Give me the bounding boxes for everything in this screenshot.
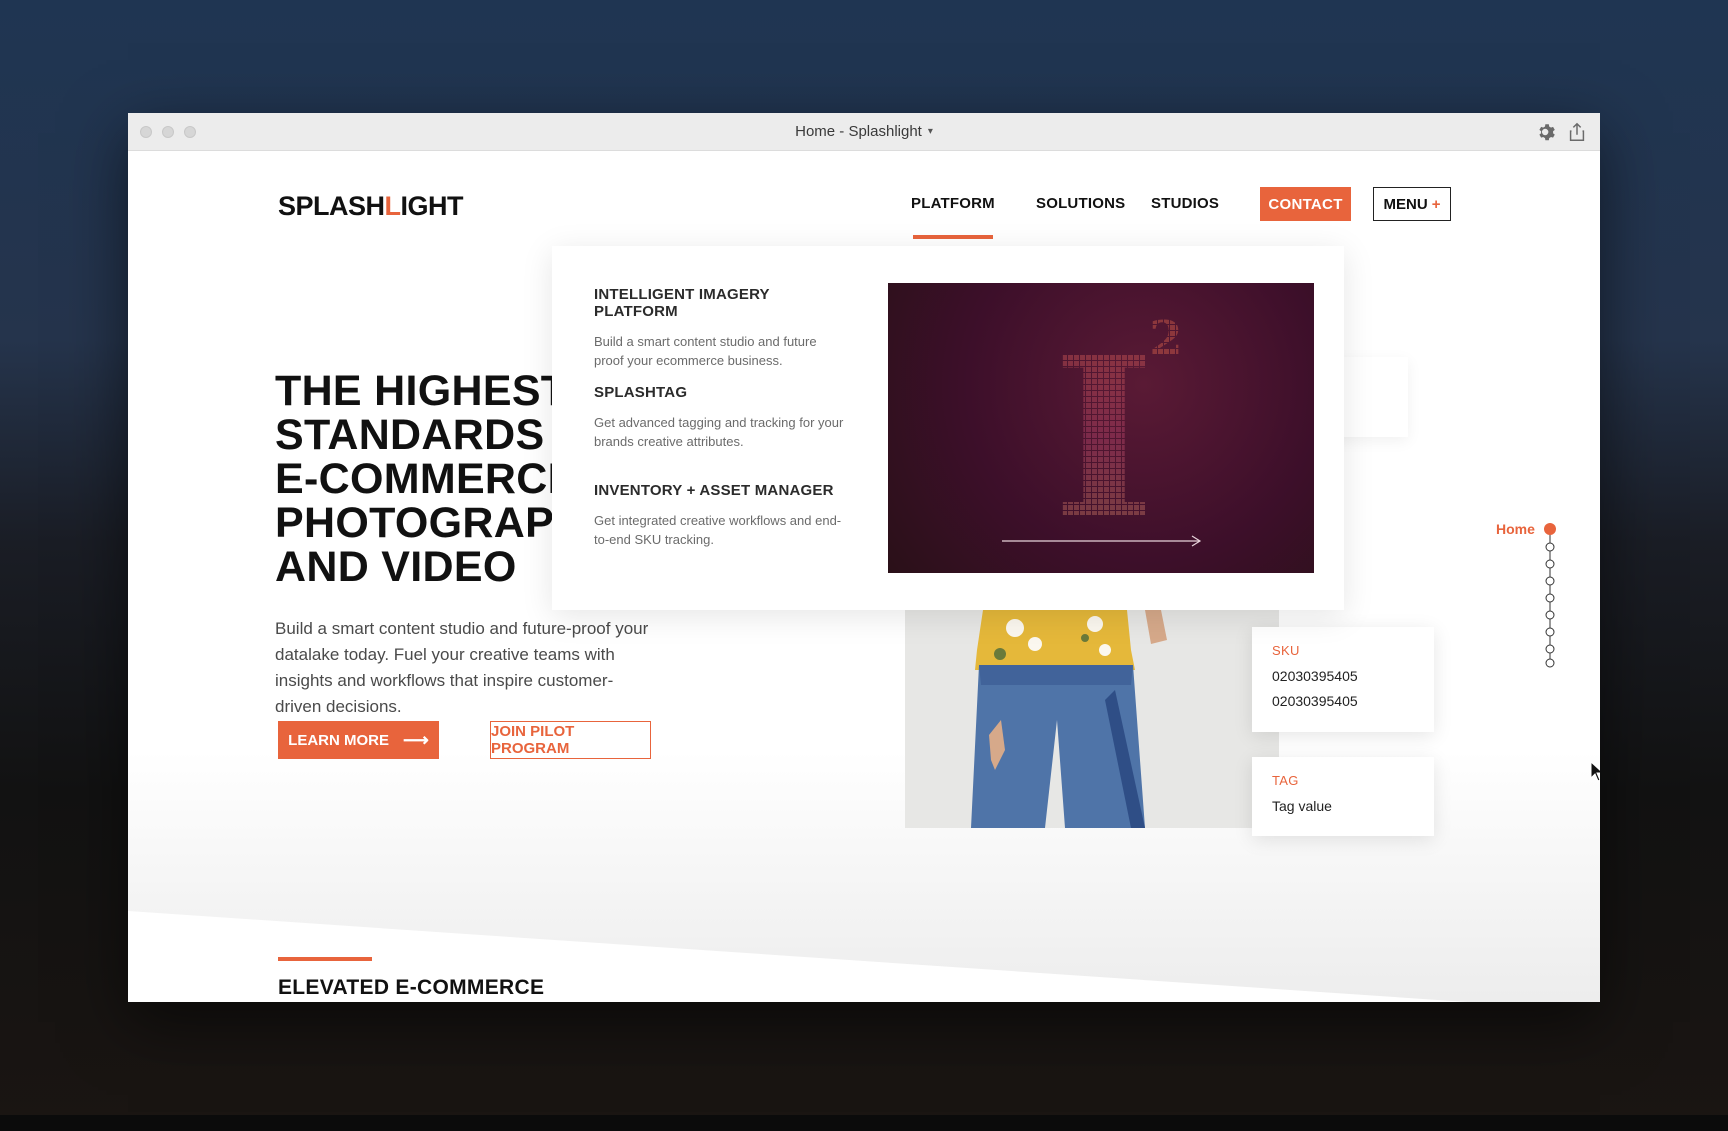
desktop-bottom-bar <box>0 1115 1728 1131</box>
splashlight-logo[interactable]: SPLASHLIGHT <box>278 191 464 222</box>
join-pilot-button[interactable]: JOIN PILOT PROGRAM <box>490 721 651 759</box>
nav-studios[interactable]: STUDIOS <box>1151 195 1219 212</box>
hero-subtitle: Build a smart content studio and future-… <box>275 619 649 716</box>
scroll-nav-dot[interactable] <box>1544 523 1556 535</box>
chevron-down-icon: ▾ <box>927 126 933 137</box>
scroll-nav-dot[interactable] <box>1545 559 1555 569</box>
nav-active-indicator <box>913 235 993 239</box>
nav-platform[interactable]: PLATFORM <box>911 195 995 212</box>
scroll-nav-active-label[interactable]: Home <box>1496 521 1535 537</box>
learn-more-label: LEARN MORE <box>288 731 390 749</box>
scroll-nav-dot[interactable] <box>1545 593 1555 603</box>
contact-button[interactable]: CONTACT <box>1260 187 1351 221</box>
i-squared-glyph: I <box>1053 308 1156 567</box>
gear-icon[interactable] <box>1536 121 1558 143</box>
logo-text-accent: L <box>384 191 402 221</box>
logo-text-start: SPLASH <box>278 191 385 221</box>
dropdown-item-title: SPLASHTAG <box>594 384 688 401</box>
dropdown-item-desc: Get integrated creative workflows and en… <box>594 513 842 547</box>
window-titlebar: Home - Splashlight ▾ <box>128 113 1600 151</box>
dropdown-item-desc: Get advanced tagging and tracking for yo… <box>594 415 844 449</box>
share-icon[interactable] <box>1566 121 1588 143</box>
scroll-nav-dot[interactable] <box>1545 644 1555 654</box>
sku-label: SKU <box>1272 643 1300 658</box>
i-squared-exponent: 2 <box>1149 311 1182 367</box>
menu-button-label: MENU <box>1383 195 1428 213</box>
learn-more-button[interactable]: LEARN MORE ⟶ <box>278 721 439 759</box>
scroll-nav-dots[interactable] <box>1540 521 1560 671</box>
dropdown-item-intelligent-imagery[interactable]: INTELLIGENT IMAGERY PLATFORM Build a sma… <box>594 286 844 370</box>
menu-button[interactable]: MENU + <box>1373 187 1451 221</box>
scroll-nav-dot[interactable] <box>1545 658 1555 668</box>
window-title[interactable]: Home - Splashlight ▾ <box>128 123 1600 140</box>
platform-dropdown-menu: INTELLIGENT IMAGERY PLATFORM Build a sma… <box>552 246 1344 610</box>
sku-value: 02030395405 <box>1272 668 1358 684</box>
browser-window: Home - Splashlight ▾ SPLASHLIGHT PLATFORM… <box>128 113 1600 1002</box>
scroll-nav-dot[interactable] <box>1545 576 1555 586</box>
plus-icon: + <box>1431 195 1441 213</box>
sku-card: SKU 02030395405 02030395405 <box>1252 627 1434 732</box>
dropdown-item-splashtag[interactable]: SPLASHTAG Get advanced tagging and track… <box>594 384 844 451</box>
logo-text-end: IGHT <box>400 191 464 221</box>
dropdown-item-inventory-asset-manager[interactable]: INVENTORY + ASSET MANAGER Get integrated… <box>594 482 844 549</box>
section-accent-rule <box>278 957 372 961</box>
mouse-cursor-icon <box>1590 761 1600 782</box>
section-title: ELEVATED E-COMMERCE <box>278 976 545 999</box>
window-title-text: Home - Splashlight <box>795 123 922 140</box>
arrow-right-icon: ⟶ <box>403 730 429 750</box>
scroll-nav-dot[interactable] <box>1545 542 1555 552</box>
dropdown-item-desc: Build a smart content studio and future … <box>594 334 817 368</box>
nav-solutions[interactable]: SOLUTIONS <box>1036 195 1125 212</box>
product-photo <box>905 610 1279 828</box>
scroll-nav-dot[interactable] <box>1545 610 1555 620</box>
webpage: SPLASHLIGHT PLATFORM SOLUTIONS STUDIOS C… <box>128 151 1600 1002</box>
scroll-nav-dot[interactable] <box>1545 627 1555 637</box>
tag-value: Tag value <box>1272 798 1332 814</box>
sku-value: 02030395405 <box>1272 693 1358 709</box>
dropdown-item-title: INVENTORY + ASSET MANAGER <box>594 482 834 499</box>
dropdown-item-title: INTELLIGENT IMAGERY PLATFORM <box>594 286 770 320</box>
platform-feature-image[interactable]: I 2 <box>888 283 1314 573</box>
tag-card: TAG Tag value <box>1252 757 1434 836</box>
tag-label: TAG <box>1272 773 1299 788</box>
